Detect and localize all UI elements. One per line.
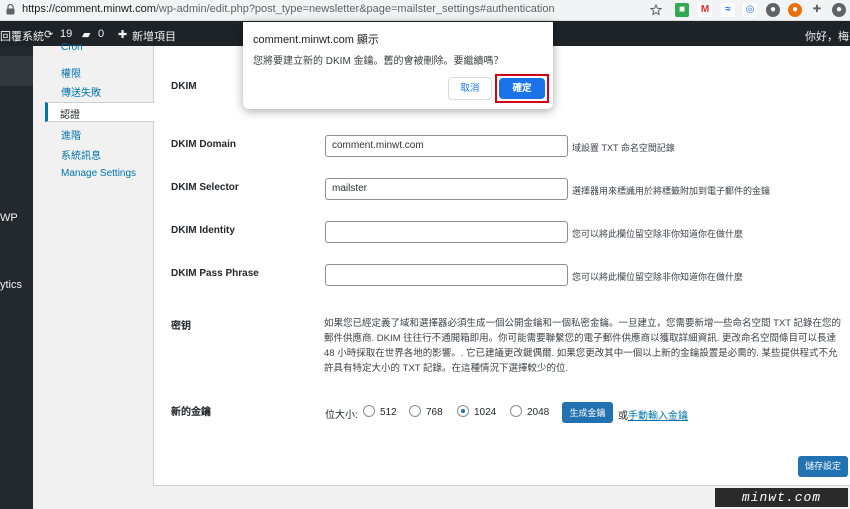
dkim-selector-desc: 選擇器用來標識用於將標籤附加到電子郵件的金鑰: [572, 186, 771, 196]
sidebar-item-wp[interactable]: WP: [0, 212, 18, 224]
bits-1024-radio[interactable]: [457, 405, 469, 417]
dialog-message: 您將要建立新的 DKIM 金鑰。舊的會被刪除。要繼續嗎？: [253, 56, 504, 67]
confirm-dialog: comment.minwt.com 顯示 您將要建立新的 DKIM 金鑰。舊的會…: [243, 22, 553, 109]
profile-avatar-icon[interactable]: ●: [832, 3, 846, 17]
dkim-passphrase-desc: 您可以將此欄位留空除非你知道你在做什麼: [572, 272, 744, 282]
bits-2048-radio[interactable]: [510, 405, 522, 417]
dkim-selector-input[interactable]: mailster: [325, 178, 568, 200]
dialog-cancel-button[interactable]: 取消: [448, 77, 492, 100]
refresh-icon[interactable]: ⟳: [44, 28, 53, 41]
dkim-label: DKIM: [171, 81, 197, 92]
comment-icon[interactable]: ▰: [82, 28, 90, 41]
extension-icon-3[interactable]: ≈: [721, 3, 735, 17]
dkim-domain-input[interactable]: comment.minwt.com: [325, 135, 568, 157]
adminbar-greeting[interactable]: 你好，梅干: [805, 28, 850, 44]
dkim-passphrase-input[interactable]: [325, 264, 568, 286]
bits-2048-label: 2048: [527, 407, 550, 418]
dkim-identity-label: DKIM Identity: [171, 225, 235, 236]
bits-512-label: 512: [380, 407, 397, 418]
comments-count[interactable]: 0: [98, 28, 104, 40]
tab-advanced[interactable]: 進階: [61, 127, 81, 142]
tab-bounce[interactable]: 傳送失敗: [61, 84, 101, 99]
url-host: https://comment.minwt.com: [22, 3, 156, 15]
dkim-selector-label: DKIM Selector: [171, 182, 239, 193]
private-key-description: 如果您已經定義了域和選擇器必須生成一個公開金鑰和一個私密金鑰。一旦建立，您需要新…: [324, 318, 842, 374]
tab-authentication[interactable]: 認證: [45, 102, 155, 122]
adminbar-site-name[interactable]: 回覆系統: [0, 28, 44, 44]
bits-1024-label: 1024: [474, 407, 497, 418]
puzzle-icon[interactable]: ✚: [810, 3, 824, 17]
new-key-label: 新的金鑰: [171, 407, 211, 418]
bits-768-label: 768: [426, 407, 443, 418]
tab-cron[interactable]: Cron: [61, 42, 83, 53]
dkim-identity-input[interactable]: [325, 221, 568, 243]
tab-system-info[interactable]: 系統訊息: [61, 147, 101, 162]
updates-count[interactable]: 19: [60, 28, 72, 40]
url-path: /wp-admin/edit.php?post_type=newsletter&…: [155, 3, 555, 15]
manual-key-link[interactable]: 手動輸入金鑰: [628, 407, 688, 422]
dkim-passphrase-label: DKIM Pass Phrase: [171, 268, 259, 279]
extension-icon-6[interactable]: ●: [788, 3, 802, 17]
dkim-domain-label: DKIM Domain: [171, 139, 236, 150]
tab-manage-settings[interactable]: Manage Settings: [61, 168, 136, 179]
dialog-ok-button[interactable]: 確定: [499, 78, 545, 99]
extension-icon-5[interactable]: ●: [766, 3, 780, 17]
save-settings-button[interactable]: 儲存設定: [798, 456, 848, 477]
bits-512-radio[interactable]: [363, 405, 375, 417]
bit-size-label: 位大小:: [325, 410, 358, 421]
settings-tab-nav: Cron 權限 傳送失敗 認證 進階 系統訊息 Manage Settings: [45, 42, 155, 486]
tab-capabilities[interactable]: 權限: [61, 65, 81, 80]
extension-icon-4[interactable]: ◎: [743, 3, 757, 17]
tab-authentication-label: 認證: [60, 110, 80, 121]
generate-key-button[interactable]: 生成金鑰: [562, 402, 613, 423]
sidebar-item-analytics[interactable]: ytics: [0, 279, 22, 291]
watermark-logo: minwt.com: [715, 488, 848, 507]
browser-toolbar: https://comment.minwt.com/wp-admin/edit.…: [0, 0, 850, 21]
dkim-identity-desc: 您可以將此欄位留空除非你知道你在做什麼: [572, 229, 744, 239]
dialog-title: comment.minwt.com 顯示: [253, 34, 379, 46]
wp-admin-sidebar: WP ytics: [0, 46, 33, 509]
gmail-icon[interactable]: M: [698, 3, 712, 17]
lock-icon: [6, 4, 15, 15]
dkim-domain-desc: 域設置 TXT 命名空間記錄: [572, 143, 675, 153]
sidebar-highlight: [0, 56, 33, 86]
address-bar[interactable]: https://comment.minwt.com/wp-admin/edit.…: [22, 3, 555, 15]
main-content: Cron 權限 傳送失敗 認證 進階 系統訊息 Manage Settings …: [33, 42, 850, 509]
bits-768-radio[interactable]: [409, 405, 421, 417]
adminbar-new-item[interactable]: 新增項目: [132, 28, 176, 44]
plus-icon[interactable]: ✚: [118, 28, 127, 41]
private-key-label: 密钥: [171, 321, 191, 332]
or-text: 或: [618, 411, 628, 422]
extension-icon-1[interactable]: ■: [675, 3, 689, 17]
bookmark-star-icon[interactable]: [650, 4, 662, 16]
